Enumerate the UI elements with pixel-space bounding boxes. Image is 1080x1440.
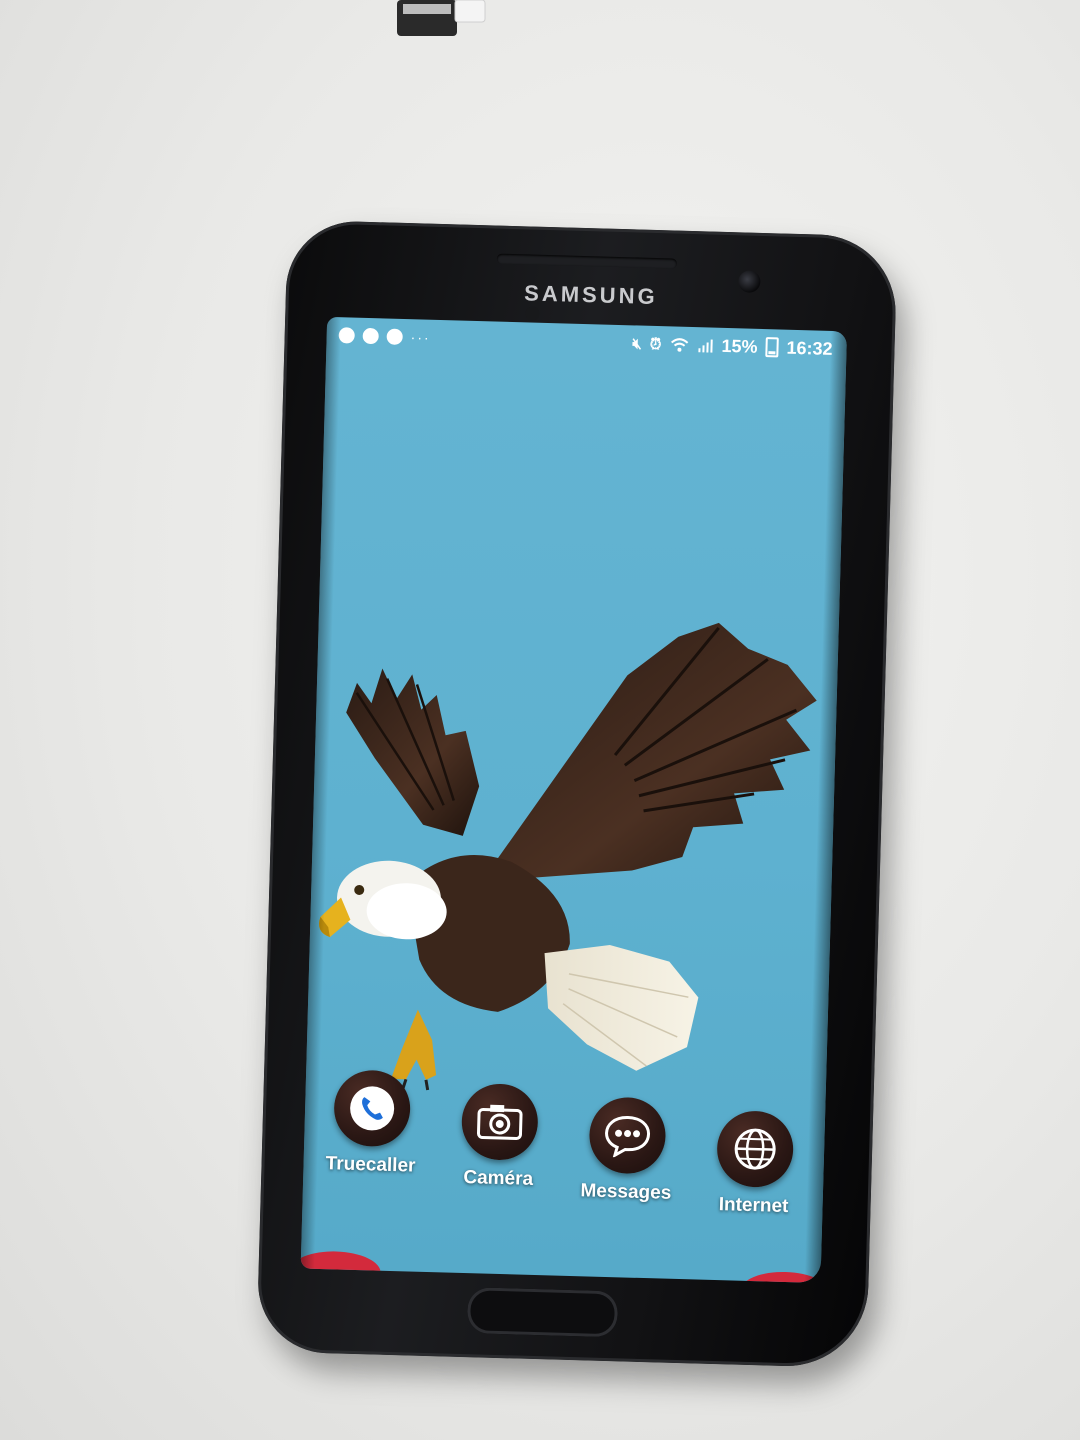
truecaller-app-icon[interactable] — [333, 1069, 412, 1148]
smartphone: SAMSUNG ··· 🔇︎ ⏰︎ 15% 16:32 Truecaller C… — [256, 219, 898, 1369]
more-notifications-icon: ··· — [410, 329, 431, 346]
chat-bubble-icon — [605, 1116, 651, 1159]
notification-icon — [338, 327, 355, 344]
battery-icon — [765, 337, 779, 358]
status-left-icons: ··· — [338, 327, 431, 346]
home-screen[interactable]: ··· 🔇︎ ⏰︎ 15% 16:32 Truecaller Caméra Me… — [300, 316, 848, 1283]
eagle-wallpaper-image — [319, 622, 817, 1091]
app-dock: Truecaller Caméra Messages Internet — [303, 1069, 826, 1217]
camera-app-icon[interactable] — [460, 1082, 539, 1162]
camera-icon — [476, 1104, 523, 1140]
messages-app-icon[interactable] — [588, 1096, 667, 1175]
battery-percentage: 15% — [721, 335, 758, 357]
signal-icon — [698, 339, 713, 353]
app-messages[interactable]: Messages — [571, 1096, 684, 1205]
phone-handset-icon — [350, 1086, 395, 1131]
status-bar[interactable]: ··· 🔇︎ ⏰︎ 15% 16:32 — [326, 317, 847, 368]
globe-icon — [734, 1128, 776, 1170]
app-label-truecaller: Truecaller — [325, 1153, 416, 1177]
truecaller-icon — [362, 327, 379, 345]
home-button[interactable] — [466, 1287, 619, 1338]
wifi-icon — [670, 338, 689, 352]
app-internet[interactable]: Internet — [698, 1110, 811, 1219]
app-camera[interactable]: Caméra — [443, 1082, 556, 1191]
app-label-camera: Caméra — [463, 1166, 534, 1190]
mute-icon: 🔇︎ — [632, 334, 643, 353]
clock: 16:32 — [786, 337, 833, 359]
app-label-messages: Messages — [580, 1180, 672, 1204]
alarm-icon: ⏰︎ — [649, 335, 662, 353]
brand-logo: SAMSUNG — [523, 280, 658, 310]
internet-app-icon[interactable] — [716, 1110, 795, 1189]
earpiece-speaker — [496, 253, 677, 269]
app-truecaller[interactable]: Truecaller — [315, 1069, 428, 1178]
status-right-icons: 🔇︎ ⏰︎ 15% 16:32 — [632, 333, 833, 360]
phone-icon — [386, 328, 403, 345]
app-label-internet: Internet — [718, 1194, 789, 1218]
proximity-sensor — [525, 306, 540, 321]
usb-cable — [397, 0, 486, 36]
